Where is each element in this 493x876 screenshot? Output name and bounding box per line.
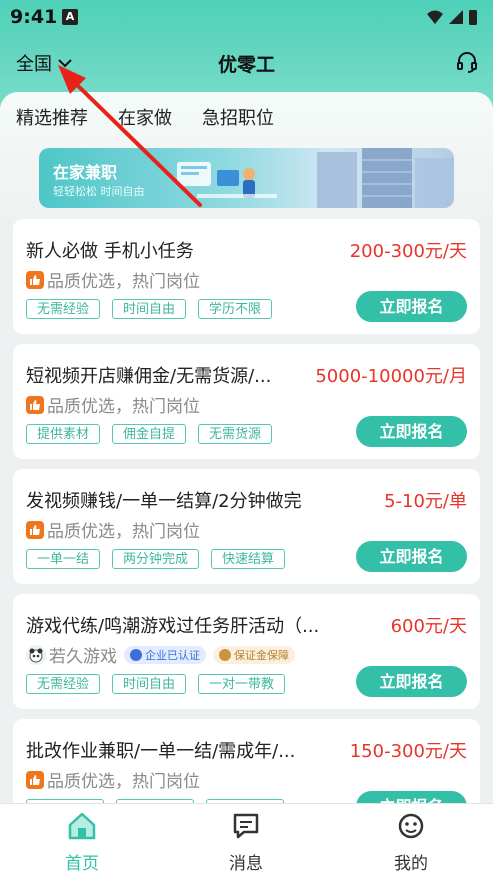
wifi-icon bbox=[427, 10, 443, 24]
promo-banner[interactable]: 在家兼职 轻轻松松 时间自由 bbox=[39, 148, 454, 208]
job-tag: 无需经验 bbox=[26, 299, 101, 319]
job-card[interactable]: 短视频开店赚佣金/无需货源/... 5000-10000元/月 品质优选，热门岗… bbox=[13, 344, 480, 459]
tab-work-from-home[interactable]: 在家做 bbox=[118, 104, 172, 136]
job-tag: 两分钟完成 bbox=[112, 549, 200, 569]
job-tag: 一对一带教 bbox=[198, 674, 286, 694]
nav-profile[interactable]: 我的 bbox=[361, 812, 461, 874]
job-title: 批改作业兼职/一单一结/需成年/... bbox=[26, 741, 296, 762]
nav-profile-label: 我的 bbox=[394, 854, 428, 874]
page-title: 优零工 bbox=[217, 54, 275, 76]
banner-title: 在家兼职 bbox=[53, 163, 118, 182]
job-tag: 提供素材 bbox=[26, 424, 101, 444]
category-tabs: 精选推荐 在家做 急招职位 bbox=[16, 104, 274, 136]
nav-home[interactable]: 首页 bbox=[32, 812, 132, 874]
job-source-label: 品质优选，热门岗位 bbox=[47, 772, 200, 792]
profile-icon bbox=[398, 813, 424, 839]
signal-icon bbox=[449, 10, 463, 24]
top-bar: 全国 优零工 bbox=[0, 44, 493, 84]
status-time: 9:41 bbox=[10, 6, 58, 28]
job-source: 品质优选，热门岗位 bbox=[26, 517, 200, 542]
job-salary: 200-300元/天 bbox=[349, 241, 467, 262]
job-tags: 一单一结 两分钟完成 快速结算 bbox=[26, 549, 286, 569]
apply-button[interactable]: 立即报名 bbox=[356, 666, 467, 697]
job-source-label: 品质优选，热门岗位 bbox=[47, 522, 200, 542]
job-tags: 无需经验 时间自由 一对一带教 bbox=[26, 674, 286, 694]
company-name: 若久游戏 bbox=[49, 647, 117, 667]
status-icons bbox=[425, 7, 481, 31]
nav-messages[interactable]: 消息 bbox=[196, 812, 296, 874]
job-salary: 5000-10000元/月 bbox=[315, 366, 467, 387]
job-source-label: 品质优选，热门岗位 bbox=[47, 272, 200, 292]
job-source: 品质优选，热门岗位 bbox=[26, 267, 200, 292]
banner-illustration bbox=[177, 148, 454, 208]
enterprise-verified-badge: 企业已认证 bbox=[124, 645, 206, 664]
message-icon bbox=[233, 813, 259, 839]
job-tag: 快速结算 bbox=[211, 549, 286, 569]
job-tags: 提供素材 佣金自提 无需货源 bbox=[26, 424, 273, 444]
job-tags: 无需经验 时间自由 学历不限 bbox=[26, 299, 273, 319]
job-salary: 600元/天 bbox=[390, 616, 467, 637]
nav-home-label: 首页 bbox=[65, 854, 99, 874]
job-card[interactable]: 发视频赚钱/一单一结算/2分钟做完 5-10元/单 品质优选，热门岗位 一单一结… bbox=[13, 469, 480, 584]
job-tag: 时间自由 bbox=[112, 674, 187, 694]
job-source: 品质优选，热门岗位 bbox=[26, 767, 200, 792]
job-source: 品质优选，热门岗位 bbox=[26, 392, 200, 417]
job-tag: 学历不限 bbox=[198, 299, 273, 319]
battery-icon bbox=[469, 10, 477, 25]
job-salary: 5-10元/单 bbox=[384, 491, 467, 512]
notification-icon: A bbox=[62, 9, 78, 25]
tab-urgent[interactable]: 急招职位 bbox=[202, 104, 274, 136]
status-bar: 9:41 A bbox=[0, 0, 493, 34]
nav-messages-label: 消息 bbox=[229, 854, 263, 874]
job-title: 新人必做 手机小任务 bbox=[26, 241, 194, 262]
job-title: 发视频赚钱/一单一结算/2分钟做完 bbox=[26, 491, 302, 512]
job-source-label: 品质优选，热门岗位 bbox=[47, 397, 200, 417]
guarantee-icon bbox=[219, 648, 231, 661]
thumbs-up-icon bbox=[26, 770, 44, 789]
company-avatar bbox=[26, 644, 46, 665]
job-tag: 无需货源 bbox=[198, 424, 273, 444]
banner-subtitle: 轻轻松松 时间自由 bbox=[53, 185, 145, 198]
job-tag: 一单一结 bbox=[26, 549, 101, 569]
deposit-guarantee-label: 保证金保障 bbox=[234, 648, 289, 662]
thumbs-up-icon bbox=[26, 270, 44, 289]
job-salary: 150-300元/天 bbox=[349, 741, 467, 762]
thumbs-up-icon bbox=[26, 520, 44, 539]
apply-button[interactable]: 立即报名 bbox=[356, 541, 467, 572]
job-tag: 无需经验 bbox=[26, 674, 101, 694]
home-icon bbox=[68, 812, 96, 840]
job-source: 若久游戏 企业已认证 保证金保障 bbox=[26, 642, 295, 667]
thumbs-up-icon bbox=[26, 395, 44, 414]
job-card[interactable]: 游戏代练/鸣潮游戏过任务肝活动（... 600元/天 若久游戏 企业已认证 保证… bbox=[13, 594, 480, 709]
customer-service-icon[interactable] bbox=[455, 50, 479, 78]
job-title: 短视频开店赚佣金/无需货源/... bbox=[26, 366, 272, 387]
bottom-navigation: 首页 消息 我的 bbox=[0, 803, 493, 876]
job-card[interactable]: 新人必做 手机小任务 200-300元/天 品质优选，热门岗位 无需经验 时间自… bbox=[13, 219, 480, 334]
job-tag: 时间自由 bbox=[112, 299, 187, 319]
apply-button[interactable]: 立即报名 bbox=[356, 416, 467, 447]
deposit-guarantee-badge: 保证金保障 bbox=[213, 645, 295, 664]
job-tag: 佣金自提 bbox=[112, 424, 187, 444]
tab-featured[interactable]: 精选推荐 bbox=[16, 104, 88, 136]
enterprise-verified-label: 企业已认证 bbox=[145, 648, 200, 662]
verified-icon bbox=[130, 648, 142, 661]
job-title: 游戏代练/鸣潮游戏过任务肝活动（... bbox=[26, 616, 320, 637]
apply-button[interactable]: 立即报名 bbox=[356, 291, 467, 322]
